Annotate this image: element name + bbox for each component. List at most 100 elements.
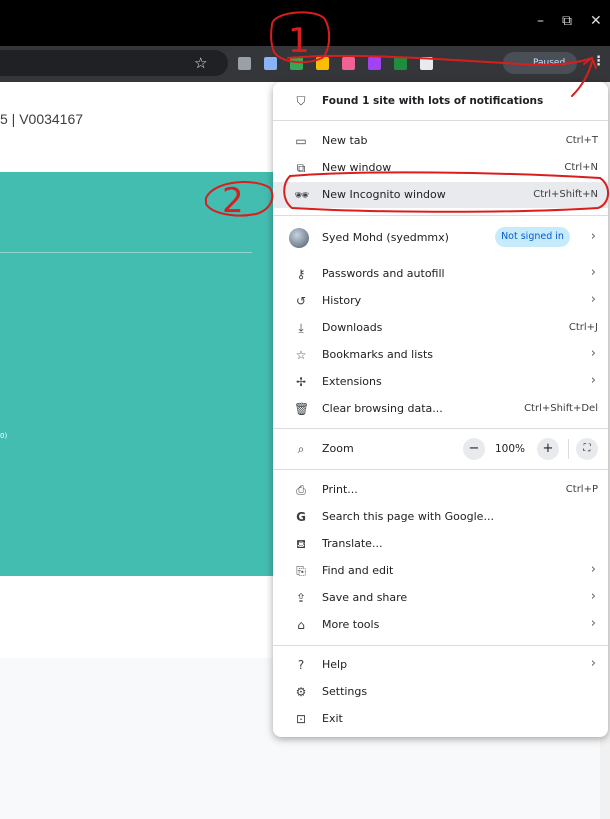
trash-icon: 🗑 [294, 402, 310, 416]
menu-kebab-icon[interactable]: ⋮ [592, 54, 605, 69]
find-edit-item[interactable]: ⎘ Find and edit › [273, 558, 608, 584]
history-icon: ↺ [295, 294, 307, 308]
chevron-right-icon: › [590, 292, 596, 307]
extensions-label: Extensions [322, 375, 382, 388]
chrome-green-ext-icon[interactable] [290, 57, 303, 70]
chevron-right-icon: › [590, 589, 596, 604]
exit-label: Exit [322, 712, 343, 725]
purple-ext-icon[interactable] [368, 57, 381, 70]
puzzle-icon: ✢ [295, 375, 307, 389]
avatar [289, 228, 309, 248]
help-icon: ? [297, 658, 305, 672]
notifications-label: Found 1 site with lots of notifications [322, 95, 544, 107]
print-shortcut: Ctrl+P [565, 484, 598, 495]
key-icon: ⚷ [296, 267, 306, 281]
translate-item[interactable]: ⛾ Translate... [273, 531, 608, 557]
clear-browsing-item[interactable]: 🗑 Clear browsing data... Ctrl+Shift+Del [273, 396, 608, 422]
zoom-level: 100% [495, 443, 526, 455]
help-item[interactable]: ? Help › [273, 652, 608, 678]
downloads-label: Downloads [322, 321, 383, 334]
history-item[interactable]: ↺ History › [273, 288, 608, 314]
menu-separator [273, 120, 608, 121]
exit-item[interactable]: ⊡ Exit [273, 706, 608, 732]
more-tools-label: More tools [322, 618, 380, 631]
incognito-icon: 🕶 [294, 188, 310, 202]
teal-banner [0, 172, 300, 576]
new-tab-label: New tab [322, 134, 368, 147]
new-window-item[interactable]: ⧉ New window Ctrl+N [273, 155, 608, 181]
bookmark-star-icon[interactable]: ☆ [194, 54, 207, 72]
zoom-out-button[interactable]: − [463, 438, 485, 460]
chevron-right-icon: › [590, 562, 596, 577]
search-google-item[interactable]: G Search this page with Google... [273, 504, 608, 530]
google-g-icon: G [296, 510, 306, 524]
close-button[interactable]: ✕ [590, 14, 602, 28]
save-share-item[interactable]: ⇪ Save and share › [273, 585, 608, 611]
clear-browsing-label: Clear browsing data... [322, 402, 443, 415]
printer-icon: ⎙ [296, 483, 306, 497]
banner-text: 0) [0, 432, 8, 440]
chevron-right-icon: › [590, 656, 596, 671]
yellow-ext-icon[interactable] [316, 57, 329, 70]
menu-separator [273, 469, 608, 470]
banner-divider [0, 252, 252, 253]
settings-label: Settings [322, 685, 368, 698]
bookmarks-label: Bookmarks and lists [322, 348, 434, 361]
chevron-right-icon: › [590, 346, 596, 361]
menu-separator [273, 215, 608, 216]
profile-item[interactable]: Syed Mohd (syedmmx) Not signed in › [273, 223, 608, 253]
green-ext-icon[interactable] [394, 57, 407, 70]
fullscreen-icon[interactable]: ⛶ [576, 438, 598, 460]
chrome-menu: ⛉ Found 1 site with lots of notification… [273, 82, 608, 737]
print-label: Print... [322, 483, 358, 496]
new-window-label: New window [322, 161, 392, 174]
new-tab-item[interactable]: ▭ New tab Ctrl+T [273, 128, 608, 154]
calc-ext-icon[interactable] [264, 57, 277, 70]
star-icon: ☆ [295, 348, 307, 362]
new-tab-icon: ▭ [295, 134, 307, 148]
status-badge: Not signed in [495, 227, 570, 247]
zoom-item: ⌕ Zoom − 100% + ⛶ [273, 436, 608, 462]
photo-ext-icon[interactable] [238, 57, 251, 70]
profile-name: Syed Mohd (syedmmx) [322, 231, 449, 244]
toolbox-icon: ⌂ [297, 618, 305, 632]
translate-label: Translate... [322, 537, 383, 550]
downloads-shortcut: Ctrl+J [568, 322, 598, 333]
print-item[interactable]: ⎙ Print... Ctrl+P [273, 477, 608, 503]
notifications-item[interactable]: ⛉ Found 1 site with lots of notification… [273, 88, 608, 114]
search-google-label: Search this page with Google... [322, 510, 494, 523]
notification-shield-icon: ⛉ [296, 94, 306, 108]
zoom-divider [568, 439, 569, 459]
downloads-item[interactable]: ⤓ Downloads Ctrl+J [273, 315, 608, 341]
help-label: Help [322, 658, 348, 671]
minimize-button[interactable]: – [537, 14, 544, 28]
restore-button[interactable]: ⧉ [562, 14, 572, 28]
exit-icon: ⊡ [295, 712, 307, 726]
new-window-icon: ⧉ [296, 161, 306, 175]
zoom-in-button[interactable]: + [537, 438, 559, 460]
bing-ext-icon[interactable] [342, 57, 355, 70]
chevron-right-icon: › [590, 373, 596, 388]
share-icon: ⇪ [295, 591, 307, 605]
menu-separator [273, 428, 608, 429]
title-bar [0, 0, 610, 46]
zoom-icon: ⌕ [297, 442, 305, 456]
zoom-label: Zoom [322, 442, 354, 455]
new-incognito-label: New Incognito window [322, 188, 446, 201]
chevron-right-icon: › [590, 229, 596, 244]
chevron-right-icon: › [590, 616, 596, 631]
chevron-right-icon: › [590, 265, 596, 280]
profile-paused-button[interactable]: Paused [503, 52, 577, 74]
page-id-text: 5 | V0034167 [0, 111, 84, 127]
new-incognito-window-item[interactable]: 🕶 New Incognito window Ctrl+Shift+N [273, 182, 608, 208]
bookmarks-item[interactable]: ☆ Bookmarks and lists › [273, 342, 608, 368]
settings-item[interactable]: ⚙ Settings [273, 679, 608, 705]
more-tools-item[interactable]: ⌂ More tools › [273, 612, 608, 638]
puzzle-ext-icon[interactable] [420, 57, 433, 70]
translate-icon: ⛾ [296, 537, 306, 551]
new-incognito-shortcut: Ctrl+Shift+N [533, 189, 598, 200]
menu-separator [273, 645, 608, 646]
find-edit-label: Find and edit [322, 564, 394, 577]
extensions-item[interactable]: ✢ Extensions › [273, 369, 608, 395]
passwords-item[interactable]: ⚷ Passwords and autofill › [273, 261, 608, 287]
